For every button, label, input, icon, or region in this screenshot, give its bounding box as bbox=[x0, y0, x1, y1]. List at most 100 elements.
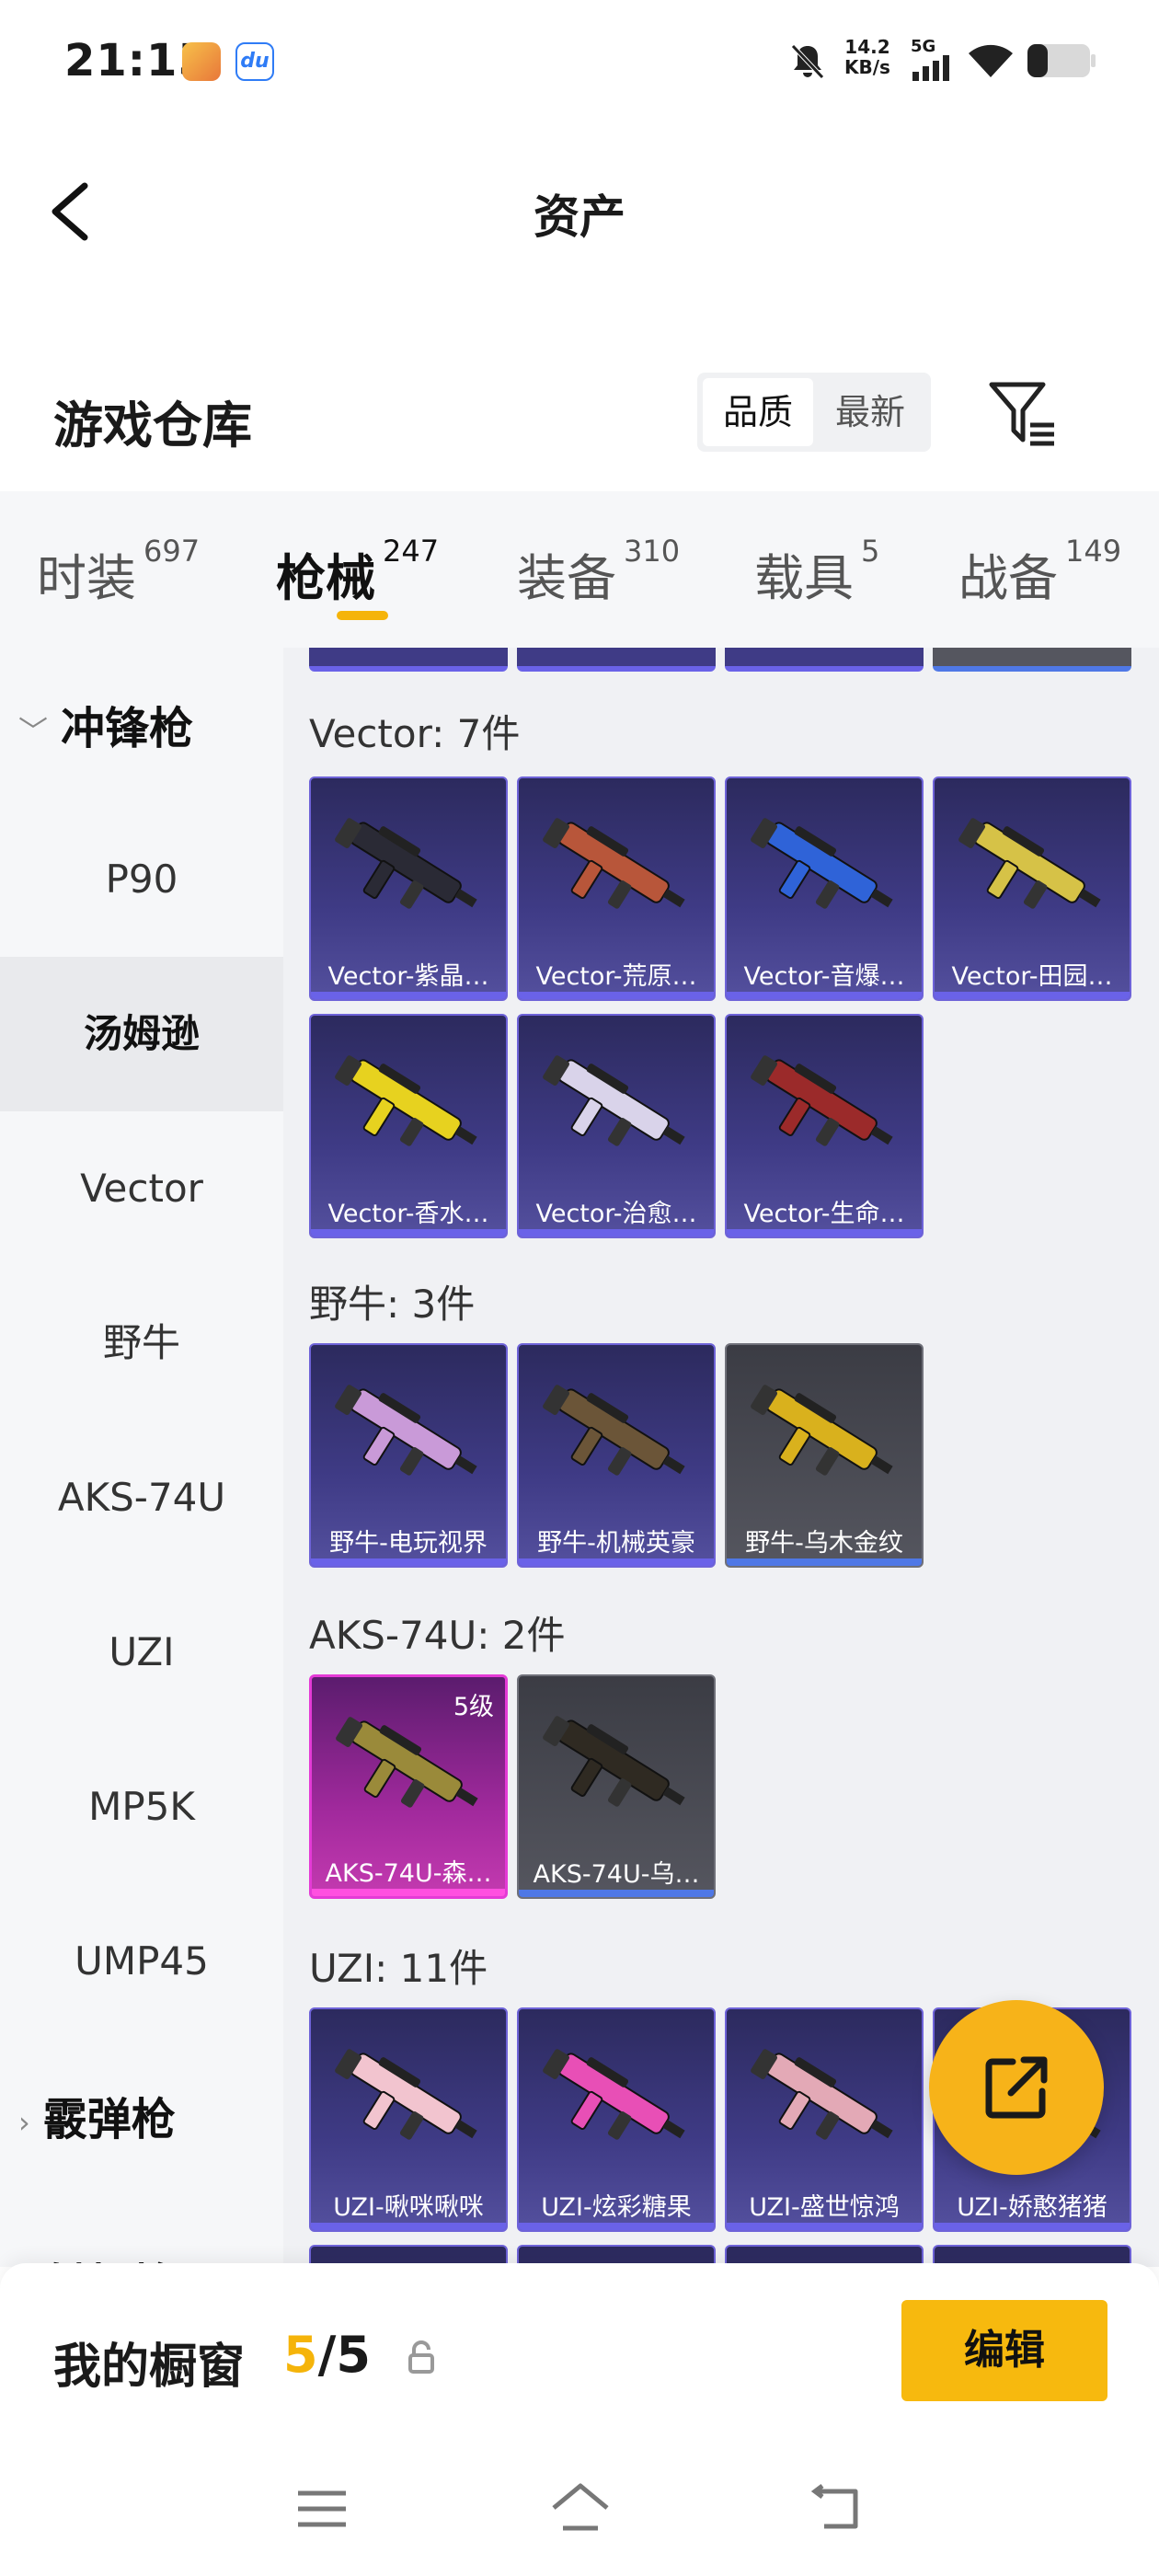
weapon-card[interactable]: Vector-香水… bbox=[309, 1014, 508, 1238]
sidebar-item-ump45[interactable]: UMP45 bbox=[0, 1884, 283, 2039]
rarity-bar bbox=[311, 992, 506, 999]
section-title: UZI: 11件 bbox=[309, 1946, 488, 1991]
weapon-skin-icon bbox=[751, 1385, 893, 1476]
weapon-skin-icon bbox=[543, 818, 685, 909]
weapon-name: Vector-治愈… bbox=[535, 1200, 697, 1228]
weapon-skin-icon bbox=[958, 818, 1101, 909]
partial-card[interactable] bbox=[933, 648, 1131, 672]
weapon-card[interactable]: UZI-炫彩糖果 bbox=[517, 2007, 716, 2232]
partial-card[interactable] bbox=[309, 648, 508, 672]
showcase-label: 我的橱窗 bbox=[53, 2340, 246, 2395]
sidebar-item-bizon[interactable]: 野牛 bbox=[0, 1266, 283, 1420]
weapon-name: Vector-香水… bbox=[327, 1200, 489, 1228]
sidebar-item-vector[interactable]: Vector bbox=[0, 1111, 283, 1266]
weapon-name: Vector-田园… bbox=[951, 962, 1113, 991]
rarity-bar bbox=[727, 992, 922, 999]
weapon-name: UZI-啾咪啾咪 bbox=[333, 2193, 484, 2222]
tab-firearms[interactable]: 枪械 247 bbox=[276, 534, 439, 610]
weapon-card[interactable]: Vector-紫晶… bbox=[309, 776, 508, 1001]
rarity-bar bbox=[311, 2223, 506, 2230]
weapon-name: AKS-74U-乌… bbox=[533, 1860, 700, 1889]
warehouse-title: 游戏仓库 bbox=[53, 397, 252, 454]
tab-equipment[interactable]: 装备 310 bbox=[517, 534, 680, 610]
rarity-bar bbox=[935, 992, 1130, 999]
sidebar-category-smg[interactable]: ﹀ 冲锋枪 bbox=[18, 673, 193, 784]
weapon-card[interactable]: UZI-盛世惊鸿 bbox=[725, 2007, 924, 2232]
showcase-count: 5/5 bbox=[283, 2326, 371, 2384]
partial-card[interactable] bbox=[517, 648, 716, 672]
tab-vehicles[interactable]: 载具 5 bbox=[754, 534, 879, 610]
rarity-bar bbox=[727, 2223, 922, 2230]
rarity-bar bbox=[311, 1558, 506, 1566]
weapon-card[interactable]: 野牛-乌木金纹 bbox=[725, 1343, 924, 1568]
rarity-bar bbox=[312, 1889, 505, 1896]
weapon-skin-icon bbox=[751, 1055, 893, 1146]
share-button[interactable] bbox=[929, 2000, 1104, 2175]
rarity-bar bbox=[935, 2223, 1130, 2230]
rarity-bar bbox=[519, 1890, 714, 1897]
share-export-icon bbox=[985, 2056, 1048, 2119]
sidebar-item-p90[interactable]: P90 bbox=[0, 802, 283, 957]
edit-button[interactable]: 编辑 bbox=[901, 2300, 1107, 2401]
weapon-card[interactable]: 野牛-电玩视界 bbox=[309, 1343, 508, 1568]
weapon-card[interactable]: Vector-田园… bbox=[933, 776, 1131, 1001]
weapon-card[interactable]: Vector-音爆… bbox=[725, 776, 924, 1001]
weapon-card[interactable]: UZI-啾咪啾咪 bbox=[309, 2007, 508, 2232]
weapon-card[interactable]: Vector-荒原… bbox=[517, 776, 716, 1001]
sidebar-item-uzi[interactable]: UZI bbox=[0, 1575, 283, 1730]
category-tabs: 时装 697 枪械 247 装备 310 载具 5 战备 149 bbox=[0, 491, 1159, 648]
sidebar-item-aks74u[interactable]: AKS-74U bbox=[0, 1420, 283, 1575]
back-nav-icon[interactable] bbox=[809, 2484, 865, 2534]
weapon-skin-icon bbox=[335, 818, 477, 909]
weapon-name: AKS-74U-森… bbox=[325, 1859, 492, 1888]
sidebar-category-partial[interactable]: ›射机枪 bbox=[18, 2230, 176, 2267]
weapon-skin-icon bbox=[543, 1385, 685, 1476]
menu-icon[interactable] bbox=[294, 2486, 350, 2532]
weapon-skin-icon bbox=[751, 818, 893, 909]
section-title: 野牛: 3件 bbox=[309, 1282, 476, 1327]
chevron-right-icon: › bbox=[18, 2233, 30, 2267]
weapon-card[interactable]: Vector-治愈… bbox=[517, 1014, 716, 1238]
sort-quality-button[interactable]: 品质 bbox=[703, 378, 813, 446]
weapon-card[interactable]: Vector-生命… bbox=[725, 1014, 924, 1238]
signal-icon bbox=[912, 55, 949, 81]
chevron-down-icon: ﹀ bbox=[18, 714, 49, 749]
section-title: AKS-74U: 2件 bbox=[309, 1613, 566, 1658]
weapon-name: Vector-荒原… bbox=[535, 962, 697, 991]
weapon-name: 野牛-机械英豪 bbox=[537, 1529, 695, 1558]
weapon-type-sidebar: ﹀ 冲锋枪 P90 汤姆逊 Vector 野牛 AKS-74U UZI MP5K … bbox=[0, 648, 283, 2267]
battery-icon bbox=[1027, 44, 1096, 77]
chevron-right-icon: › bbox=[18, 2105, 30, 2140]
weapon-skin-icon bbox=[543, 2049, 685, 2140]
net-speed: 14.2 KB/s bbox=[844, 36, 890, 78]
weapon-skin-icon bbox=[751, 2049, 893, 2140]
tab-war-gear[interactable]: 战备 149 bbox=[958, 534, 1121, 610]
sidebar-item-thompson[interactable]: 汤姆逊 bbox=[0, 957, 283, 1111]
rarity-bar bbox=[519, 1558, 714, 1566]
weapon-name: Vector-紫晶… bbox=[327, 962, 489, 991]
sidebar-category-shotgun[interactable]: › 霰弹枪 bbox=[18, 2064, 176, 2175]
filter-icon[interactable] bbox=[986, 377, 1060, 451]
sidebar-item-mp5k[interactable]: MP5K bbox=[0, 1730, 283, 1884]
rarity-bar bbox=[311, 1229, 506, 1236]
home-icon[interactable] bbox=[548, 2480, 613, 2536]
weapon-card[interactable]: 野牛-机械英豪 bbox=[517, 1343, 716, 1568]
wifi-icon bbox=[969, 44, 1013, 77]
mute-bell-icon bbox=[791, 44, 824, 79]
rarity-bar bbox=[727, 1558, 922, 1566]
weapon-name: 野牛-电玩视界 bbox=[329, 1529, 488, 1558]
tab-fashion[interactable]: 时装 697 bbox=[37, 534, 200, 610]
weapon-name: Vector-生命… bbox=[743, 1200, 905, 1228]
weapon-skin-icon bbox=[543, 1055, 685, 1146]
rarity-bar bbox=[519, 2223, 714, 2230]
weapon-card[interactable]: AKS-74U-乌… bbox=[517, 1674, 716, 1899]
weapon-name: 野牛-乌木金纹 bbox=[745, 1529, 903, 1558]
sort-latest-button[interactable]: 最新 bbox=[815, 378, 925, 446]
partial-card[interactable] bbox=[725, 648, 924, 672]
page-title: 资产 bbox=[534, 190, 625, 244]
weapon-skin-icon bbox=[335, 1385, 477, 1476]
weapon-card[interactable]: 5级 AKS-74U-森… bbox=[309, 1674, 508, 1899]
system-nav-bar bbox=[0, 2447, 1159, 2576]
level-badge: 5级 bbox=[453, 1693, 494, 1721]
weapon-name: UZI-娇憨猪猪 bbox=[957, 2193, 1107, 2222]
